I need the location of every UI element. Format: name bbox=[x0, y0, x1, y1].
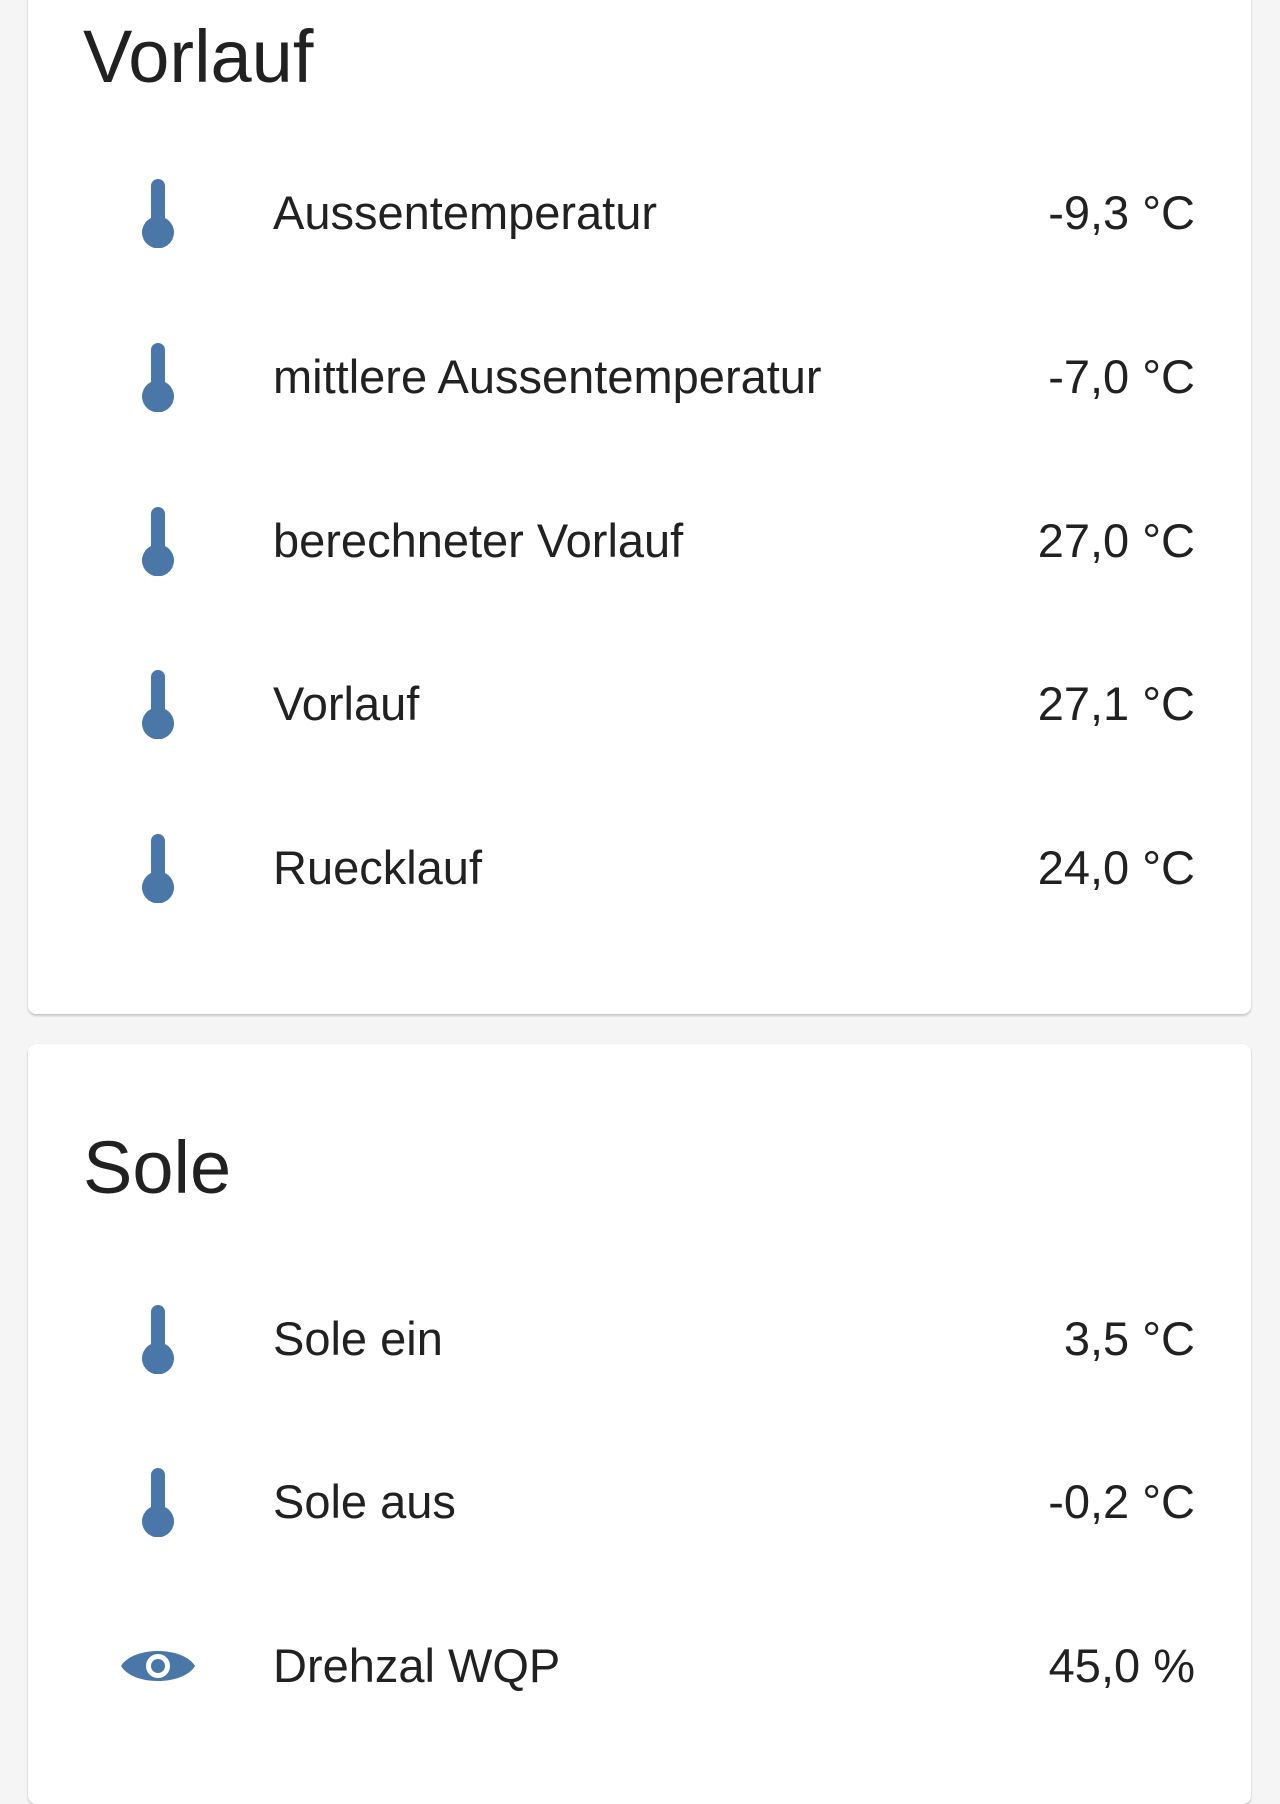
thermometer-icon bbox=[110, 654, 206, 754]
entity-row-sole-ein[interactable]: Sole ein 3,5 °C bbox=[28, 1289, 1251, 1389]
entity-label: Drehzal WQP bbox=[273, 1639, 561, 1692]
sole-card: Sole Sole ein 3,5 °C Sole aus -0,2 °C Dr… bbox=[28, 1044, 1251, 1804]
entity-label: Vorlauf bbox=[273, 677, 420, 730]
entity-label: Sole ein bbox=[273, 1312, 443, 1365]
eye-icon bbox=[110, 1616, 206, 1716]
card-title: Vorlauf bbox=[83, 15, 314, 98]
entity-label: Aussentemperatur bbox=[273, 186, 658, 239]
entity-row-ruecklauf[interactable]: Ruecklauf 24,0 °C bbox=[28, 818, 1251, 918]
entity-state: -7,0 °C bbox=[1048, 350, 1195, 403]
entity-state: 45,0 % bbox=[1048, 1639, 1195, 1692]
entity-row-drehzal-wqp[interactable]: Drehzal WQP 45,0 % bbox=[28, 1616, 1251, 1716]
entity-label: Ruecklauf bbox=[273, 841, 482, 894]
thermometer-icon bbox=[110, 1289, 206, 1389]
card-title: Sole bbox=[83, 1126, 232, 1209]
entity-row-berechneter-vorlauf[interactable]: berechneter Vorlauf 27,0 °C bbox=[28, 491, 1251, 591]
entity-row-mittlere-aussentemperatur[interactable]: mittlere Aussentemperatur -7,0 °C bbox=[28, 327, 1251, 427]
vorlauf-card: Vorlauf Aussentemperatur -9,3 °C mittler… bbox=[28, 0, 1251, 1014]
entity-state: 3,5 °C bbox=[1063, 1312, 1195, 1365]
entity-row-aussentemperatur[interactable]: Aussentemperatur -9,3 °C bbox=[28, 163, 1251, 263]
entity-label: berechneter Vorlauf bbox=[273, 514, 684, 567]
thermometer-icon bbox=[110, 491, 206, 591]
entity-label: mittlere Aussentemperatur bbox=[273, 350, 822, 403]
thermometer-icon bbox=[110, 327, 206, 427]
thermometer-icon bbox=[110, 1452, 206, 1552]
entity-row-sole-aus[interactable]: Sole aus -0,2 °C bbox=[28, 1452, 1251, 1552]
entity-state: -9,3 °C bbox=[1048, 186, 1195, 239]
entity-row-vorlauf[interactable]: Vorlauf 27,1 °C bbox=[28, 654, 1251, 754]
entity-label: Sole aus bbox=[273, 1475, 456, 1528]
entity-state: -0,2 °C bbox=[1048, 1475, 1195, 1528]
entity-state: 27,0 °C bbox=[1037, 514, 1195, 567]
entity-state: 27,1 °C bbox=[1037, 677, 1195, 730]
thermometer-icon bbox=[110, 818, 206, 918]
entity-state: 24,0 °C bbox=[1037, 841, 1195, 894]
thermometer-icon bbox=[110, 163, 206, 263]
